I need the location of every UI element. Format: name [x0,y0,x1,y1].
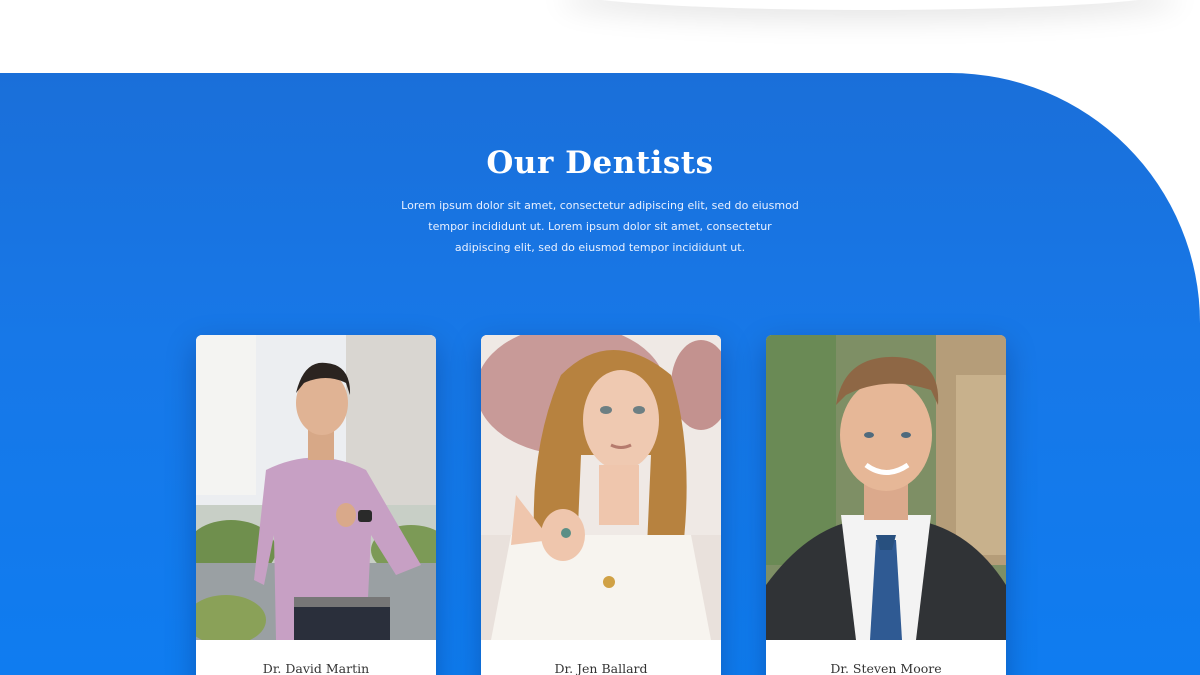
dentist-name[interactable]: Dr. Jen Ballard [481,661,721,675]
dentists-section: Our Dentists Lorem ipsum dolor sit amet,… [0,73,1200,675]
dentist-photo-steven-moore[interactable] [766,335,1006,640]
dentist-card-david-martin[interactable]: Dr. David Martin [196,335,436,675]
dentist-card-jen-ballard[interactable]: Dr. Jen Ballard [481,335,721,675]
header-shadow [560,0,1180,10]
dentist-name[interactable]: Dr. Steven Moore [766,661,1006,675]
dentist-name[interactable]: Dr. David Martin [196,661,436,675]
dentist-card-steven-moore[interactable]: Dr. Steven Moore [766,335,1006,675]
section-description: Lorem ipsum dolor sit amet, consectetur … [401,199,799,254]
dentist-photo-david-martin[interactable] [196,335,436,640]
dentist-photo-jen-ballard[interactable] [481,335,721,640]
section-title: Our Dentists [486,145,714,181]
top-strip [0,0,1200,73]
